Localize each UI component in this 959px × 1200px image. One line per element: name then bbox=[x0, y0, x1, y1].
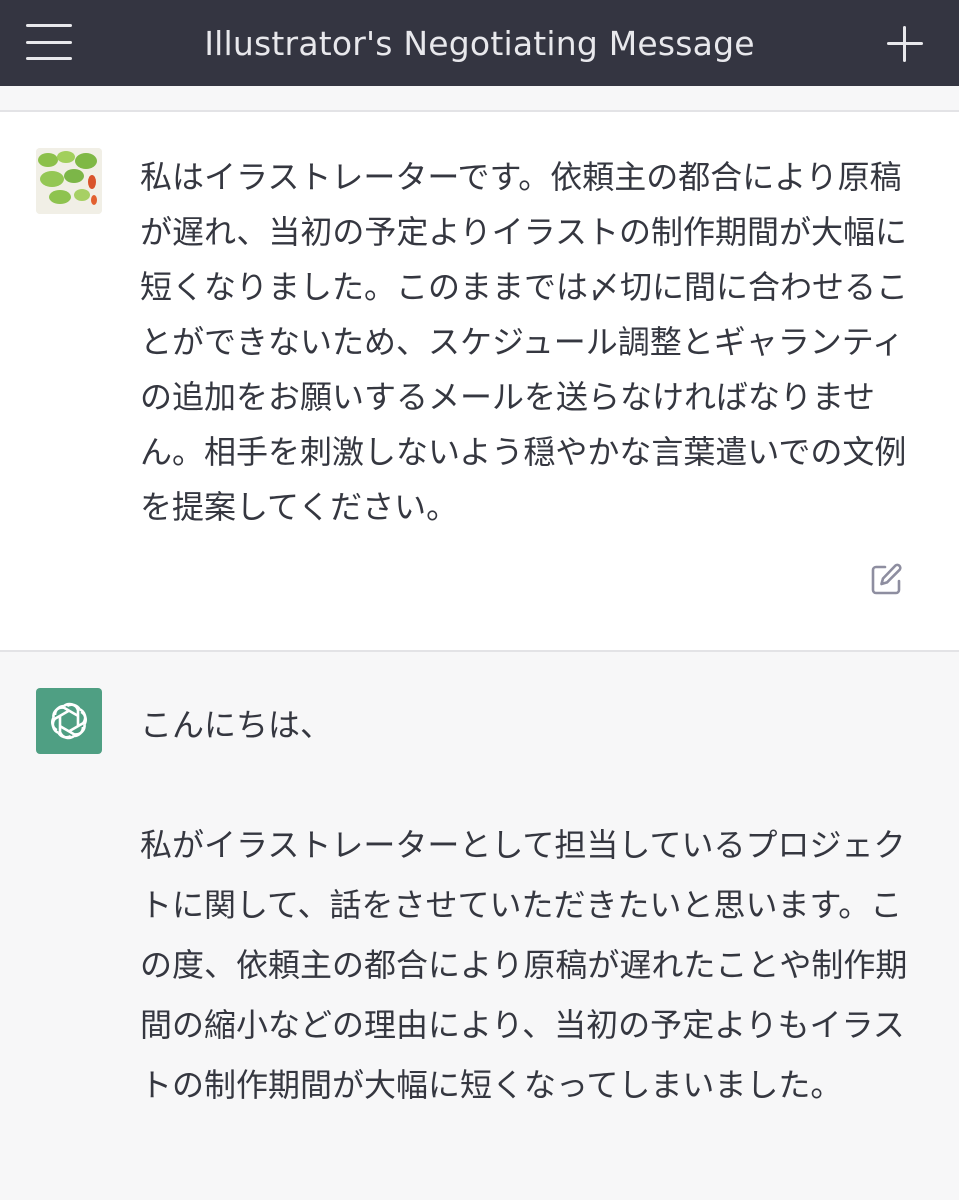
conversation-top-strip bbox=[0, 86, 959, 112]
assistant-body: 私がイラストレーターとして担当しているプロジェクトに関して、話をさせていただきた… bbox=[140, 826, 908, 1104]
hamburger-menu-icon[interactable] bbox=[26, 24, 72, 60]
lily-pad-koi-avatar-icon bbox=[36, 148, 102, 214]
top-bar: Illustrator's Negotiating Message bbox=[0, 0, 959, 86]
assistant-avatar bbox=[36, 688, 102, 754]
user-message-text: 私はイラストレーターです。依頼主の都合により原稿が遅れ、当初の予定よりイラストの… bbox=[140, 158, 909, 526]
user-avatar bbox=[36, 148, 102, 214]
assistant-message-text: こんにちは、 私がイラストレーターとして担当しているプロジェクトに関して、話をさ… bbox=[140, 695, 915, 1115]
conversation-title: Illustrator's Negotiating Message bbox=[204, 23, 755, 63]
new-chat-plus-icon[interactable] bbox=[885, 24, 925, 64]
openai-logo-icon bbox=[51, 702, 87, 740]
edit-icon[interactable] bbox=[868, 560, 906, 598]
assistant-greeting: こんにちは、 bbox=[140, 706, 333, 744]
